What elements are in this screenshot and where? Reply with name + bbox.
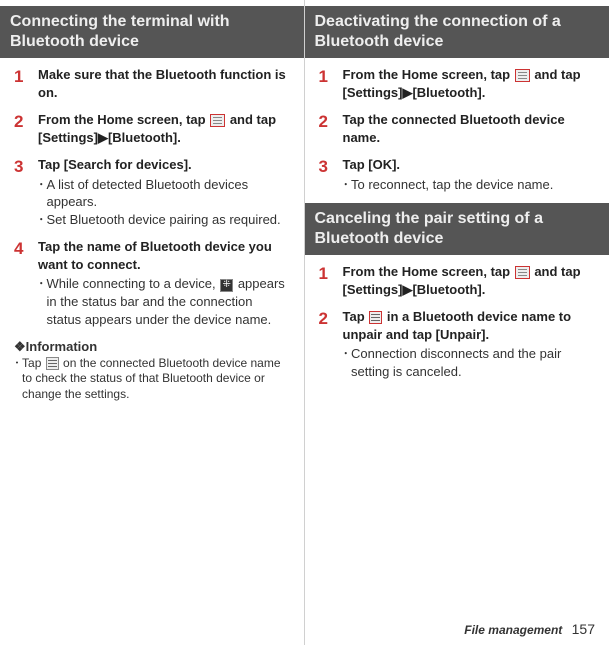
text: [Bluetooth]. [412,282,485,297]
text: [Bluetooth]. [412,85,485,100]
information-bullet: Tap on the connected Bluetooth device na… [14,356,290,403]
step-body: Make sure that the Bluetooth function is… [38,66,290,101]
menu-icon [210,114,225,127]
step-number: 3 [14,156,38,228]
settings-sliders-icon [369,311,382,324]
page: Connecting the terminal with Bluetooth d… [0,0,609,645]
information-heading: ❖Information [14,338,290,356]
arrow-icon: ▶ [402,85,412,100]
right-column: Deactivating the connection of a Bluetoo… [305,0,609,645]
text: From the Home screen, tap [343,67,514,82]
step-2: 2 From the Home screen, tap and tap [Set… [14,111,290,146]
information-block: ❖Information Tap on the connected Blueto… [14,338,290,402]
step-title: Tap the connected Bluetooth device name. [343,111,596,146]
page-number: 157 [572,621,595,637]
bullet-item: Set Bluetooth device pairing as required… [38,211,290,229]
bullet-list: A list of detected Bluetooth devices app… [38,176,290,229]
step-title: Tap [OK]. [343,156,596,174]
step-body: Tap [Search for devices]. A list of dete… [38,156,290,228]
settings-sliders-icon [46,357,59,370]
step-1: 1 From the Home screen, tap and tap [Set… [319,66,596,101]
bullet-list: While connecting to a device, ⁜ appears … [38,275,290,328]
step-title: From the Home screen, tap and tap [Setti… [38,111,290,146]
section-heading-canceling: Canceling the pair setting of a Bluetoot… [305,203,609,255]
step-body: Tap in a Bluetooth device name to unpair… [343,308,596,380]
step-3: 3 Tap [OK]. To reconnect, tap the device… [319,156,596,193]
step-1: 1 Make sure that the Bluetooth function … [14,66,290,101]
step-number: 3 [319,156,343,193]
step-body: From the Home screen, tap and tap [Setti… [38,111,290,146]
bullet-list: To reconnect, tap the device name. [343,176,596,194]
text: From the Home screen, tap [343,264,514,279]
bullet-item: While connecting to a device, ⁜ appears … [38,275,290,328]
step-1: 1 From the Home screen, tap and tap [Set… [319,263,596,298]
menu-icon [515,266,530,279]
step-title: From the Home screen, tap and tap [Setti… [343,66,596,101]
step-title: From the Home screen, tap and tap [Setti… [343,263,596,298]
section-heading-connecting: Connecting the terminal with Bluetooth d… [0,6,304,58]
section-heading-deactivating: Deactivating the connection of a Bluetoo… [305,6,609,58]
text: While connecting to a device, [47,276,220,291]
bullet-item: A list of detected Bluetooth devices app… [38,176,290,211]
text: [Bluetooth]. [108,130,181,145]
step-number: 2 [319,111,343,146]
bullet-item: To reconnect, tap the device name. [343,176,596,194]
step-body: Tap the name of Bluetooth device you wan… [38,238,290,328]
step-body: Tap the connected Bluetooth device name. [343,111,596,146]
step-body: From the Home screen, tap and tap [Setti… [343,66,596,101]
footer-section: File management [464,623,562,637]
arrow-icon: ▶ [402,282,412,297]
step-body: From the Home screen, tap and tap [Setti… [343,263,596,298]
bullet-list: Connection disconnects and the pair sett… [343,345,596,380]
step-body: Tap [OK]. To reconnect, tap the device n… [343,156,596,193]
text: Tap [343,309,369,324]
step-3: 3 Tap [Search for devices]. A list of de… [14,156,290,228]
bullet-item: Connection disconnects and the pair sett… [343,345,596,380]
step-title: Tap [Search for devices]. [38,156,290,174]
step-number: 2 [319,308,343,380]
step-4: 4 Tap the name of Bluetooth device you w… [14,238,290,328]
step-title: Make sure that the Bluetooth function is… [38,66,290,101]
step-title: Tap in a Bluetooth device name to unpair… [343,308,596,343]
menu-icon [515,69,530,82]
step-number: 1 [319,66,343,101]
step-number: 1 [14,66,38,101]
text: on the connected Bluetooth device name t… [22,356,281,401]
text: Tap [22,356,45,370]
bluetooth-icon: ⁜ [220,279,233,292]
page-footer: File management 157 [464,620,595,639]
text: From the Home screen, tap [38,112,209,127]
step-number: 1 [319,263,343,298]
left-column: Connecting the terminal with Bluetooth d… [0,0,305,645]
step-number: 4 [14,238,38,328]
step-2: 2 Tap the connected Bluetooth device nam… [319,111,596,146]
arrow-icon: ▶ [98,130,108,145]
step-title: Tap the name of Bluetooth device you wan… [38,238,290,273]
step-number: 2 [14,111,38,146]
step-2: 2 Tap in a Bluetooth device name to unpa… [319,308,596,380]
